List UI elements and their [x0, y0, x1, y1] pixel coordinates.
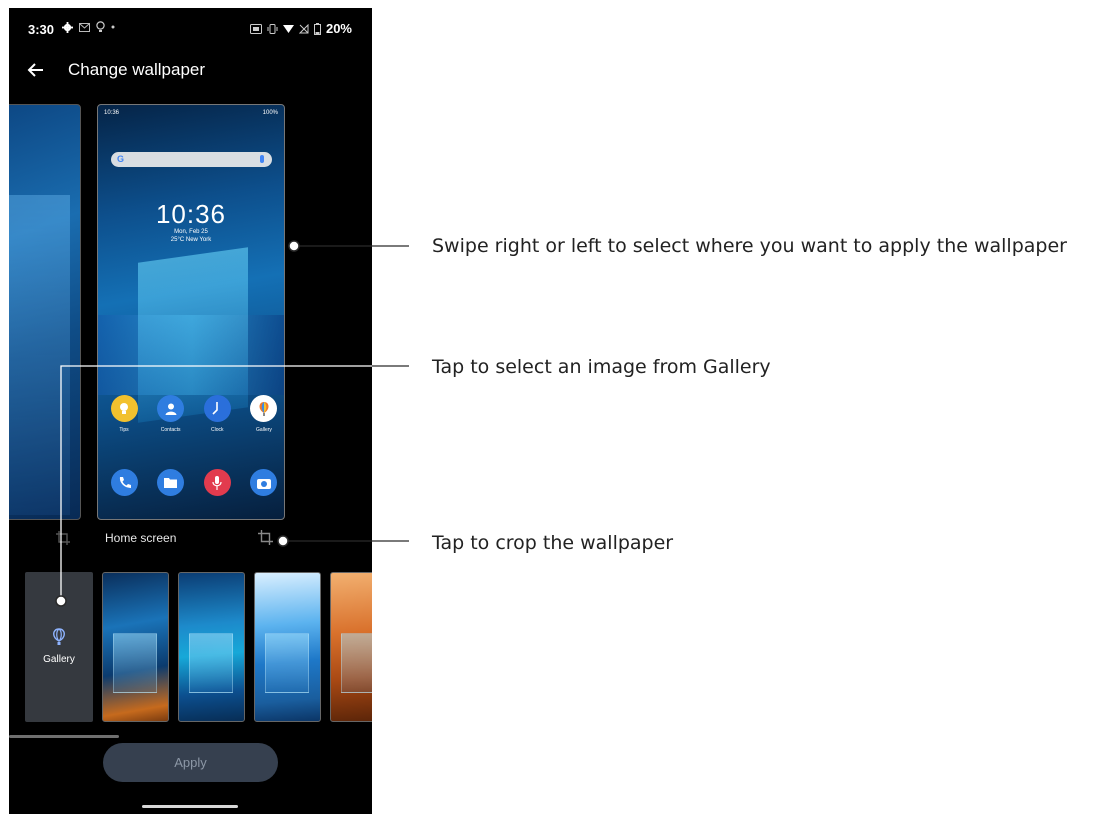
no-signal-icon: [298, 23, 309, 33]
mail-icon: [79, 22, 90, 32]
camera-icon: [250, 469, 278, 496]
thumbnail-glass: [265, 633, 309, 693]
sim-icon: [249, 23, 262, 34]
preview-weather: 25°C New York: [170, 237, 212, 243]
status-bar: 3:30 20%: [9, 8, 372, 48]
preview-status-battery: 100%: [262, 110, 278, 116]
app-bar: Change wallpaper: [9, 53, 372, 89]
status-left-icons: [62, 21, 115, 33]
preview-label-home-screen: Home screen: [105, 531, 177, 545]
balloon-icon: [250, 395, 278, 422]
gallery-tile[interactable]: Gallery: [25, 572, 93, 722]
wallpaper-thumbnails: Gallery: [25, 572, 372, 722]
wallpaper-thumbnail[interactable]: [254, 572, 321, 722]
mic-icon: [260, 155, 264, 163]
phone-icon: [110, 469, 138, 496]
battery-icon: [313, 22, 321, 35]
vibrate-icon: [267, 23, 278, 34]
app-contacts: Contacts: [156, 395, 186, 433]
clock-icon: [203, 395, 231, 422]
callout-gallery-text: Tap to select an image from Gallery: [432, 356, 771, 378]
status-right-icons: 20%: [249, 21, 352, 36]
back-arrow-icon[interactable]: [25, 59, 47, 81]
app-gallery: Gallery: [249, 395, 279, 433]
preview-status-time: 10:36: [104, 110, 120, 116]
crop-icon[interactable]: [56, 531, 70, 545]
gear-icon: [62, 21, 73, 33]
app-recorder: [202, 469, 232, 496]
person-icon: [157, 395, 185, 422]
thumbnail-scroll-indicator[interactable]: [9, 735, 119, 738]
crop-icon[interactable]: [258, 530, 273, 545]
google-logo: G: [117, 154, 125, 164]
battery-percent: 20%: [325, 21, 352, 36]
thumbnail-glass: [113, 633, 157, 693]
app-label: Tips: [119, 427, 129, 433]
callout-swipe-text: Swipe right or left to select where you …: [432, 235, 1067, 257]
wifi-icon: [282, 24, 294, 33]
thumbnail-glass: [341, 633, 372, 693]
phone-screen: 3:30 20% Change wallpaper 10:36 100% G 1…: [9, 8, 372, 814]
folder-icon: [157, 469, 185, 496]
wallpaper-thumbnail[interactable]: [102, 572, 169, 722]
app-label: Contacts: [160, 427, 181, 433]
preview-date: Mon, Feb 25: [174, 229, 208, 235]
gallery-label: Gallery: [43, 654, 75, 665]
balloon-icon: [53, 628, 65, 645]
app-phone: [109, 469, 139, 496]
app-tips: Tips: [109, 395, 139, 433]
app-camera: [249, 469, 279, 496]
wallpaper-thumbnail[interactable]: [178, 572, 245, 722]
callout-crop-text: Tap to crop the wallpaper: [432, 532, 674, 554]
home-screen-preview-card[interactable]: 10:36 100% G 10:36 Mon, Feb 25 25°C New …: [97, 104, 285, 520]
app-clock: Clock: [202, 395, 232, 433]
mic-icon: [203, 469, 231, 496]
preview-clock: 10:36: [155, 199, 227, 229]
app-files: [156, 469, 186, 496]
preview-dock: [109, 469, 279, 496]
wallpaper-glass-pane: [9, 195, 70, 515]
app-label: Gallery: [256, 427, 272, 433]
apply-button[interactable]: Apply: [103, 743, 278, 782]
dot-icon: [111, 25, 115, 29]
status-time: 3:30: [28, 22, 55, 37]
bulb-icon: [96, 21, 105, 32]
preview-app-row-1: Tips Contacts Clock Gallery: [109, 395, 279, 433]
bulb-icon: [110, 395, 138, 422]
preview-search-bar: G: [111, 152, 272, 167]
lock-screen-preview-card[interactable]: [9, 104, 81, 520]
wallpaper-thumbnail[interactable]: [330, 572, 372, 722]
gesture-nav-handle[interactable]: [142, 805, 238, 808]
thumbnail-glass: [189, 633, 233, 693]
app-label: Clock: [211, 427, 224, 433]
page-title: Change wallpaper: [68, 60, 206, 79]
